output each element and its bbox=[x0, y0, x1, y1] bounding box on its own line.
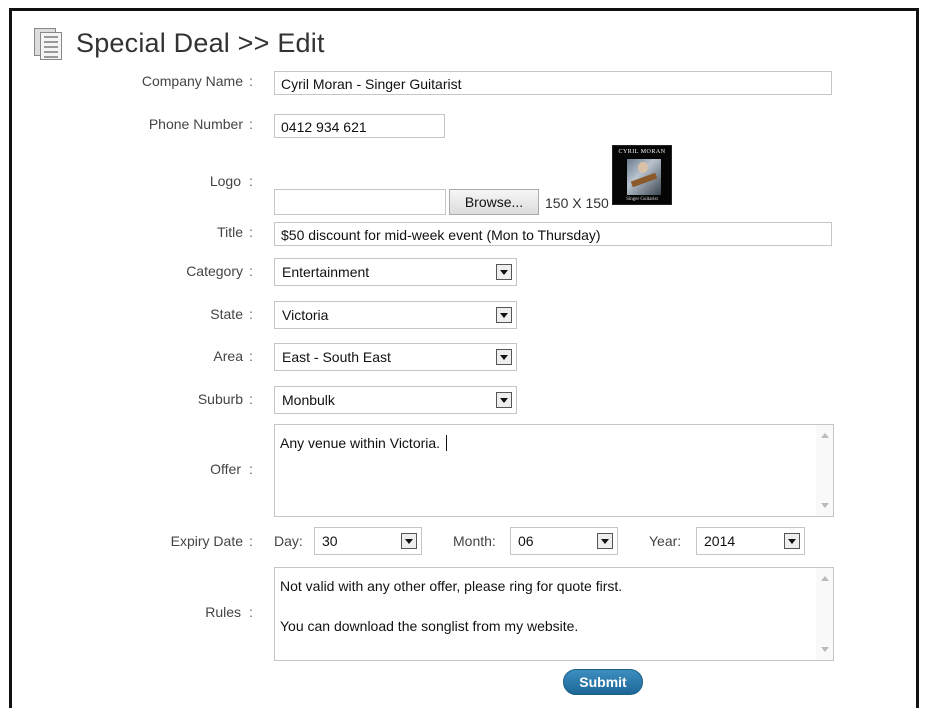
chevron-down-icon[interactable] bbox=[496, 307, 512, 323]
colon: : bbox=[249, 461, 253, 477]
rules-textarea[interactable]: Not valid with any other offer, please r… bbox=[274, 567, 834, 661]
text-cursor bbox=[446, 435, 448, 451]
month-label: Month: bbox=[453, 533, 496, 549]
logo-label: Logo bbox=[209, 173, 241, 189]
scroll-up-icon[interactable] bbox=[821, 576, 829, 581]
guitarist-photo bbox=[627, 159, 661, 195]
chevron-down-icon[interactable] bbox=[496, 264, 512, 280]
company-name-label: Company Name bbox=[141, 73, 243, 89]
rules-text: Not valid with any other offer, please r… bbox=[280, 578, 623, 634]
suburb-value: Monbulk bbox=[282, 392, 335, 408]
month-select[interactable]: 06 bbox=[510, 527, 618, 555]
month-value: 06 bbox=[518, 533, 534, 549]
state-select[interactable]: Victoria bbox=[274, 301, 517, 329]
year-select[interactable]: 2014 bbox=[696, 527, 805, 555]
colon: : bbox=[249, 173, 253, 189]
colon: : bbox=[249, 533, 253, 549]
area-value: East - South East bbox=[282, 349, 391, 365]
title-label: Title bbox=[217, 224, 243, 240]
page-title: Special Deal >> Edit bbox=[76, 27, 325, 58]
category-value: Entertainment bbox=[282, 264, 370, 280]
colon: : bbox=[249, 348, 253, 364]
submit-button[interactable]: Submit bbox=[563, 669, 643, 695]
chevron-down-icon[interactable] bbox=[597, 533, 613, 549]
expiry-date-label: Expiry Date bbox=[170, 533, 243, 549]
state-value: Victoria bbox=[282, 307, 329, 323]
suburb-label: Suburb bbox=[197, 391, 243, 407]
colon: : bbox=[249, 604, 253, 620]
colon: : bbox=[249, 224, 253, 240]
browse-button[interactable]: Browse... bbox=[449, 189, 539, 215]
colon: : bbox=[249, 391, 253, 407]
logo-file-input[interactable] bbox=[274, 189, 446, 215]
logo-size-note: 150 X 150 bbox=[545, 195, 609, 211]
offer-label: Offer bbox=[210, 461, 241, 477]
suburb-select[interactable]: Monbulk bbox=[274, 386, 517, 414]
category-select[interactable]: Entertainment bbox=[274, 258, 517, 286]
chevron-down-icon[interactable] bbox=[496, 349, 512, 365]
edit-panel: Special Deal >> Edit Company Name : Cyri… bbox=[9, 8, 919, 708]
title-input[interactable]: $50 discount for mid-week event (Mon to … bbox=[274, 222, 832, 246]
document-icon bbox=[32, 26, 62, 60]
colon: : bbox=[249, 263, 253, 279]
area-select[interactable]: East - South East bbox=[274, 343, 517, 371]
day-value: 30 bbox=[322, 533, 338, 549]
page-header: Special Deal >> Edit bbox=[32, 25, 325, 61]
scroll-up-icon[interactable] bbox=[821, 433, 829, 438]
phone-number-input[interactable]: 0412 934 621 bbox=[274, 114, 445, 138]
colon: : bbox=[249, 73, 253, 89]
area-label: Area bbox=[213, 348, 243, 364]
colon: : bbox=[249, 116, 253, 132]
category-label: Category bbox=[186, 263, 243, 279]
chevron-down-icon[interactable] bbox=[401, 533, 417, 549]
day-select[interactable]: 30 bbox=[314, 527, 422, 555]
company-name-input[interactable]: Cyril Moran - Singer Guitarist bbox=[274, 71, 832, 95]
offer-scrollbar[interactable] bbox=[816, 425, 833, 516]
rules-scrollbar[interactable] bbox=[816, 568, 833, 660]
year-value: 2014 bbox=[704, 533, 736, 549]
logo-image-caption: Singer Guitarist bbox=[626, 197, 658, 202]
scroll-down-icon[interactable] bbox=[821, 503, 829, 508]
colon: : bbox=[249, 306, 253, 322]
chevron-down-icon[interactable] bbox=[496, 392, 512, 408]
phone-number-label: Phone Number bbox=[148, 116, 243, 132]
state-label: State bbox=[210, 306, 243, 322]
chevron-down-icon[interactable] bbox=[784, 533, 800, 549]
year-label: Year: bbox=[649, 533, 682, 549]
rules-label: Rules bbox=[205, 604, 241, 620]
logo-thumbnail: CYRIL MORAN Singer Guitarist bbox=[612, 145, 672, 205]
scroll-down-icon[interactable] bbox=[821, 647, 829, 652]
day-label: Day: bbox=[274, 533, 303, 549]
offer-text: Any venue within Victoria. bbox=[280, 435, 441, 451]
offer-textarea[interactable]: Any venue within Victoria. bbox=[274, 424, 834, 517]
logo-image-title: CYRIL MORAN bbox=[618, 149, 666, 155]
